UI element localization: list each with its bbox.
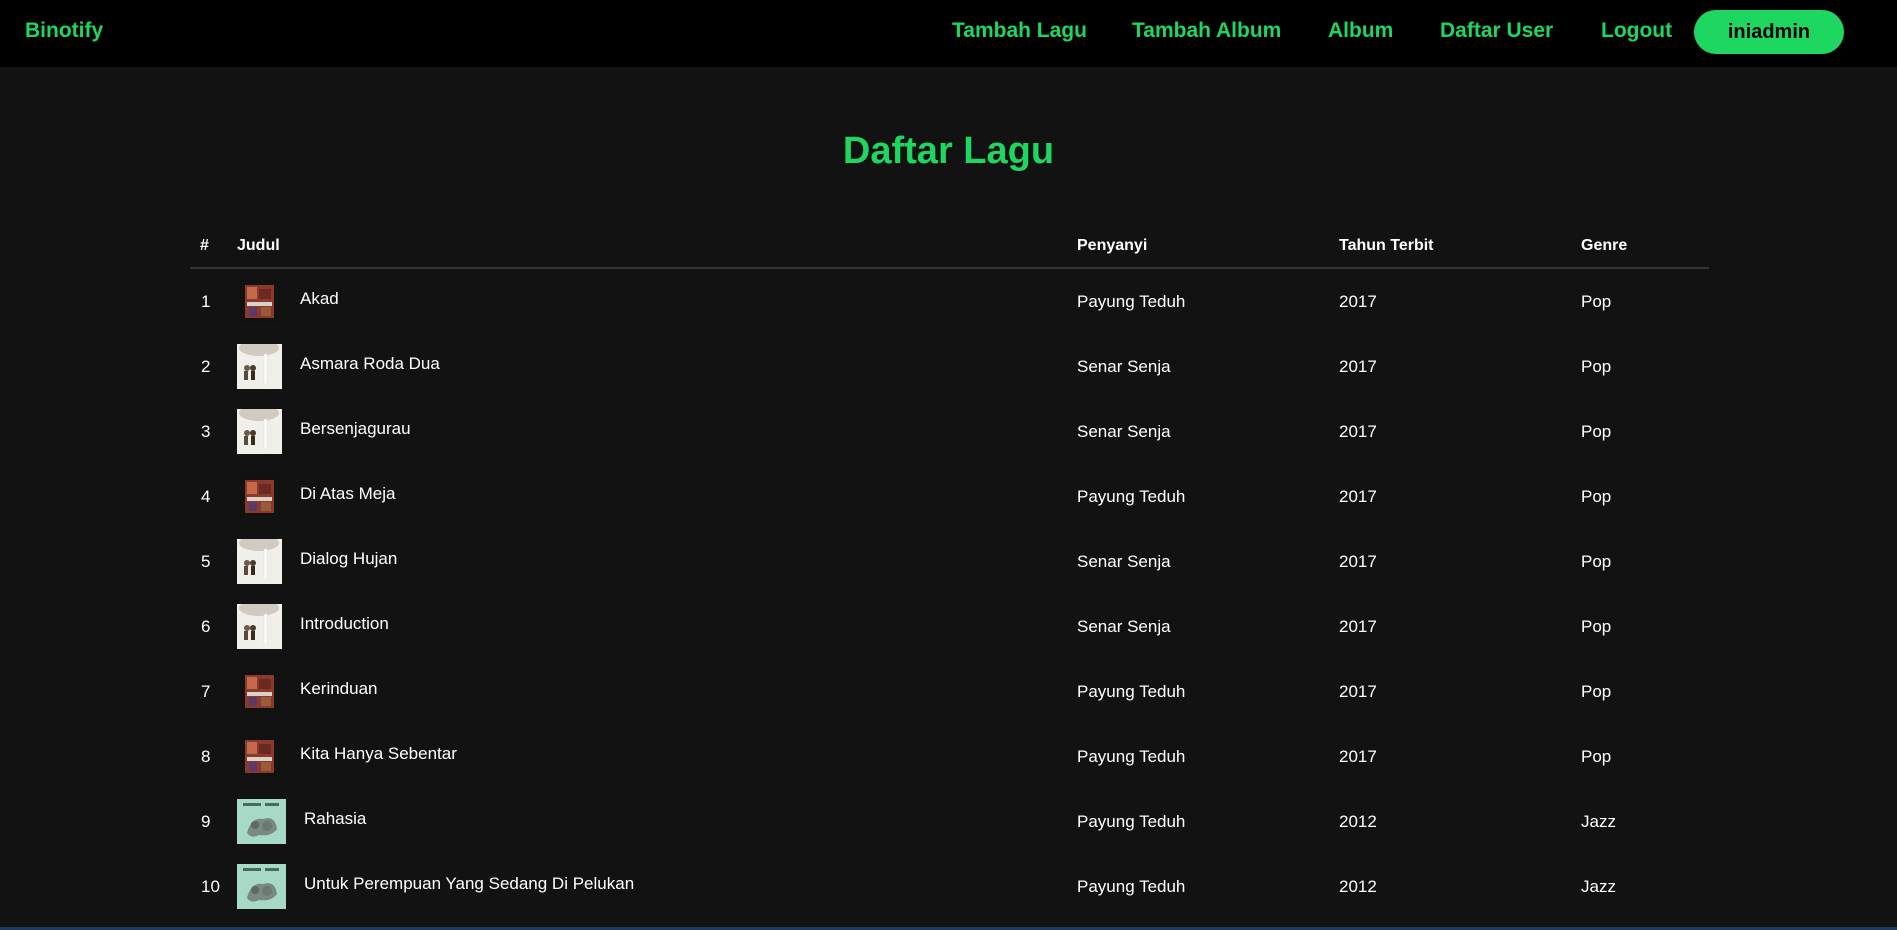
song-singer: Payung Teduh [1077, 877, 1186, 896]
song-year: 2012 [1339, 877, 1377, 896]
album-cover-white [237, 409, 282, 454]
header-title: Judul [237, 237, 280, 254]
table-row[interactable]: 2 Asmara Roda Dua Senar Senja 2017 Pop [190, 334, 1709, 399]
album-cover-red [237, 734, 282, 779]
nav-link-album[interactable]: Album [1328, 19, 1393, 43]
table-row[interactable]: 3 Bersenjagurau Senar Senja 2017 Pop [190, 399, 1709, 464]
song-title[interactable]: Rahasia [304, 809, 366, 829]
table-row[interactable]: 5 Dialog Hujan Senar Senja 2017 Pop [190, 529, 1709, 594]
song-genre: Pop [1581, 682, 1612, 701]
song-title[interactable]: Kerinduan [300, 679, 378, 699]
song-number: 2 [201, 357, 211, 376]
song-year: 2017 [1339, 747, 1377, 766]
album-cover-red [237, 669, 282, 714]
song-title[interactable]: Di Atas Meja [300, 484, 395, 504]
song-year: 2017 [1339, 487, 1377, 506]
table-row[interactable]: 10 Untuk Perempuan Yang Sedang Di Peluka… [190, 854, 1709, 919]
album-cover-white [237, 344, 282, 389]
nav-link-daftar-user[interactable]: Daftar User [1440, 19, 1553, 43]
song-number: 1 [201, 292, 211, 311]
table-body: 1 Akad Payung Teduh 2017 Pop 2 Asmara Roda D… [190, 269, 1709, 919]
navbar: Binotify Tambah Lagu Tambah Album Album … [0, 0, 1897, 67]
album-cover-white [237, 604, 282, 649]
album-cover-red [237, 474, 282, 519]
header-genre: Genre [1581, 237, 1628, 254]
song-genre: Jazz [1581, 877, 1616, 896]
song-year: 2017 [1339, 617, 1377, 636]
song-genre: Pop [1581, 357, 1612, 376]
song-genre: Pop [1581, 487, 1612, 506]
song-genre: Pop [1581, 422, 1612, 441]
song-singer: Payung Teduh [1077, 747, 1186, 766]
song-singer: Senar Senja [1077, 422, 1171, 441]
song-title[interactable]: Untuk Perempuan Yang Sedang Di Pelukan [304, 874, 634, 894]
brand-logo-link[interactable]: Binotify [25, 19, 103, 43]
song-genre: Pop [1581, 552, 1612, 571]
table-header: # Judul Penyanyi Tahun Terbit Genre [190, 230, 1709, 269]
song-singer: Payung Teduh [1077, 682, 1186, 701]
nav-link-logout[interactable]: Logout [1601, 19, 1672, 43]
song-title[interactable]: Asmara Roda Dua [300, 354, 440, 374]
song-year: 2017 [1339, 682, 1377, 701]
song-genre: Pop [1581, 617, 1612, 636]
song-year: 2017 [1339, 357, 1377, 376]
album-cover-green [237, 864, 286, 909]
header-singer: Penyanyi [1077, 237, 1148, 254]
song-genre: Pop [1581, 747, 1612, 766]
song-number: 8 [201, 747, 211, 766]
song-year: 2017 [1339, 552, 1377, 571]
song-table: # Judul Penyanyi Tahun Terbit Genre 1 Ak… [190, 230, 1709, 919]
song-year: 2012 [1339, 812, 1377, 831]
song-singer: Payung Teduh [1077, 487, 1186, 506]
song-genre: Jazz [1581, 812, 1616, 831]
song-number: 4 [201, 487, 211, 506]
album-cover-white [237, 539, 282, 584]
song-year: 2017 [1339, 422, 1377, 441]
song-number: 9 [201, 812, 211, 831]
table-row[interactable]: 1 Akad Payung Teduh 2017 Pop [190, 269, 1709, 334]
header-year: Tahun Terbit [1339, 237, 1434, 254]
song-number: 6 [201, 617, 211, 636]
page-title: Daftar Lagu [842, 130, 1055, 172]
album-cover-red [237, 279, 282, 324]
nav-link-tambah-album[interactable]: Tambah Album [1132, 19, 1281, 43]
song-title[interactable]: Kita Hanya Sebentar [300, 744, 457, 764]
song-number: 10 [201, 877, 220, 896]
user-account-button[interactable]: iniadmin [1694, 10, 1844, 54]
table-row[interactable]: 7 Kerinduan Payung Teduh 2017 Pop [190, 659, 1709, 724]
song-number: 7 [201, 682, 211, 701]
song-singer: Payung Teduh [1077, 292, 1186, 311]
song-singer: Senar Senja [1077, 357, 1171, 376]
header-number: # [200, 237, 209, 254]
table-row[interactable]: 9 Rahasia Payung Teduh 2012 Jazz [190, 789, 1709, 854]
song-title[interactable]: Introduction [300, 614, 389, 634]
table-row[interactable]: 6 Introduction Senar Senja 2017 Pop [190, 594, 1709, 659]
song-singer: Payung Teduh [1077, 812, 1186, 831]
song-singer: Senar Senja [1077, 552, 1171, 571]
album-cover-green [237, 799, 286, 844]
song-title[interactable]: Dialog Hujan [300, 549, 397, 569]
song-genre: Pop [1581, 292, 1612, 311]
song-title[interactable]: Bersenjagurau [300, 419, 411, 439]
song-year: 2017 [1339, 292, 1377, 311]
song-title[interactable]: Akad [300, 289, 339, 309]
table-row[interactable]: 4 Di Atas Meja Payung Teduh 2017 Pop [190, 464, 1709, 529]
song-number: 5 [201, 552, 211, 571]
song-number: 3 [201, 422, 211, 441]
nav-link-tambah-lagu[interactable]: Tambah Lagu [952, 19, 1087, 43]
table-row[interactable]: 8 Kita Hanya Sebentar Payung Teduh 2017 Pop [190, 724, 1709, 789]
song-singer: Senar Senja [1077, 617, 1171, 636]
